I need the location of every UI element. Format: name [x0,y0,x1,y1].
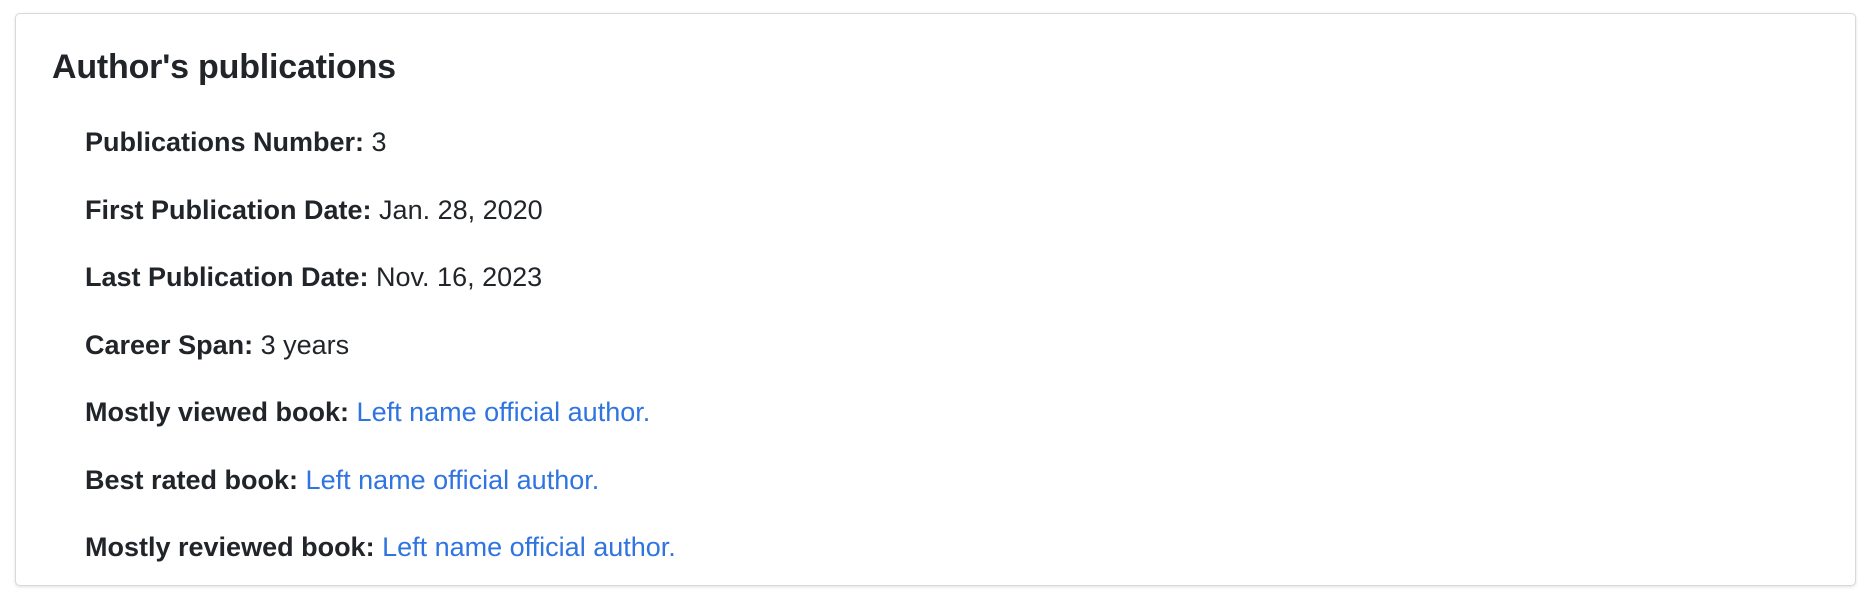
last-publication-date-value: Nov. 16, 2023 [376,262,543,292]
mostly-reviewed-book-link[interactable]: Left name official author. [382,532,676,562]
career-span-value: 3 years [260,329,350,360]
publications-number-label: Publications Number: [85,127,372,157]
mostly-reviewed-book-row: Mostly reviewed book: Left name official… [85,527,676,595]
first-publication-date-label: First Publication Date: [85,194,380,225]
best-rated-book-row: Best rated book: Left name official auth… [85,460,676,528]
mostly-reviewed-book-label: Mostly reviewed book: [85,532,383,562]
best-rated-book-label: Best rated book: [85,464,306,495]
publications-number-row: Publications Number: 3 [85,122,676,190]
card-title: Author's publications [52,48,396,86]
last-publication-date-label: Last Publication Date: [85,262,377,292]
last-publication-date-row: Last Publication Date: Nov. 16, 2023 [85,257,676,325]
mostly-viewed-book-row: Mostly viewed book: Left name official a… [85,392,676,460]
first-publication-date-row: First Publication Date: Jan. 28, 2020 [85,190,676,258]
first-publication-date-value: Jan. 28, 2020 [379,194,543,225]
publications-number-value: 3 [371,127,387,157]
best-rated-book-link[interactable]: Left name official author. [306,465,600,495]
publication-details-list: Publications Number: 3 First Publication… [85,122,676,595]
author-publications-card: Author's publications Publications Numbe… [15,13,1856,586]
mostly-viewed-book-link[interactable]: Left name official author. [357,397,651,427]
mostly-viewed-book-label: Mostly viewed book: [85,397,357,427]
career-span-row: Career Span: 3 years [85,325,676,393]
career-span-label: Career Span: [85,329,261,360]
